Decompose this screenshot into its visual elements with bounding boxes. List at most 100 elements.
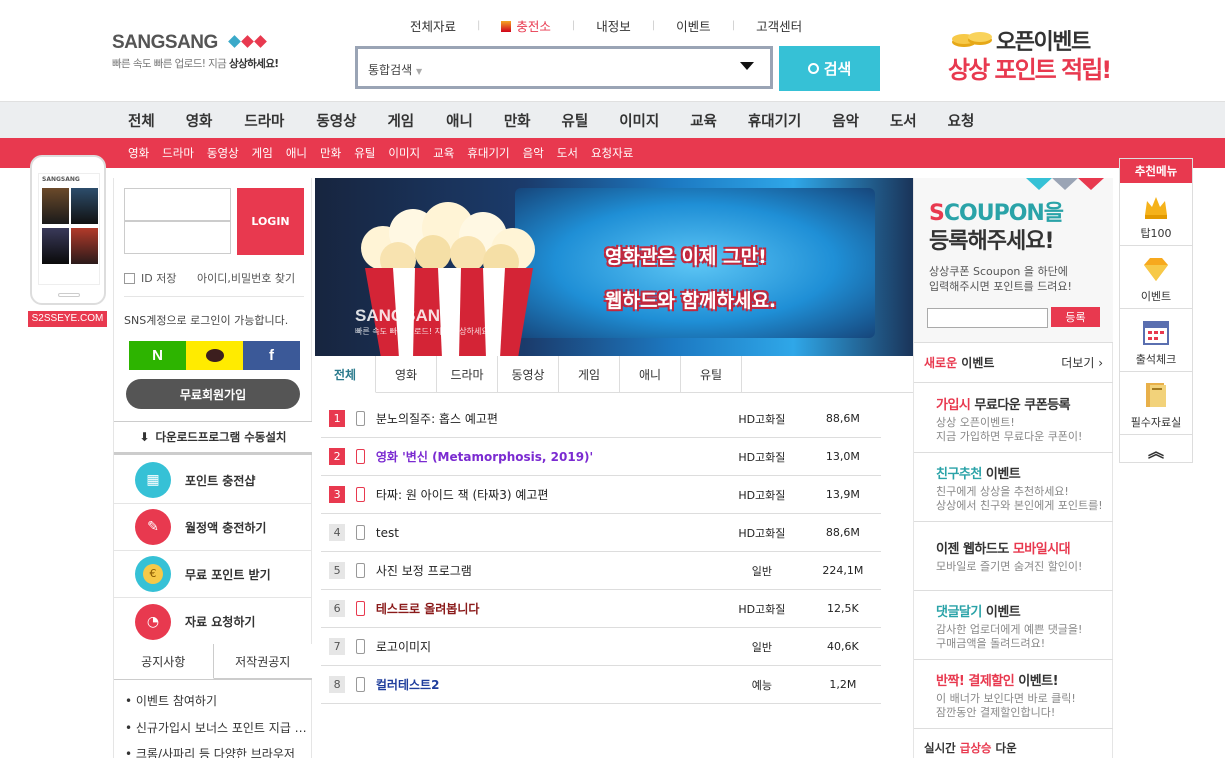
recommend-top100[interactable]: 탑100	[1120, 183, 1192, 246]
subnav-item[interactable]: 도서	[557, 145, 578, 161]
category-tab[interactable]: 전체	[315, 356, 376, 393]
subnav-item[interactable]: 동영상	[207, 145, 239, 161]
gnb-item[interactable]: 도서	[890, 110, 917, 131]
mobile-icon	[356, 411, 365, 426]
gnb-item[interactable]: 유틸	[562, 110, 589, 131]
gnb-item[interactable]: 이미지	[619, 110, 659, 131]
util-support[interactable]: 고객센터	[756, 16, 802, 35]
gnb-item[interactable]: 동영상	[316, 110, 356, 131]
subnav-item[interactable]: 영화	[128, 145, 149, 161]
mobile-app-promo[interactable]: SANGSANG	[30, 155, 106, 305]
category-tab[interactable]: 드라마	[437, 356, 498, 393]
book-icon	[1146, 383, 1166, 407]
tab-notice[interactable]: 공지사항	[114, 644, 214, 679]
util-myinfo[interactable]: 내정보	[596, 16, 631, 35]
naver-login-button[interactable]: N	[129, 341, 186, 370]
search-button[interactable]: 검색	[779, 46, 880, 91]
file-row[interactable]: 8 컬러테스트2 예능 1,2M	[321, 666, 881, 704]
facebook-login-button[interactable]: f	[243, 341, 300, 370]
join-button[interactable]: 무료회원가입	[126, 379, 300, 409]
event-item[interactable]: 가입시 무료다운 쿠폰등록 상상 오픈이벤트! 지금 가입하면 무료다운 쿠폰이!	[914, 384, 1113, 453]
util-event[interactable]: 이벤트	[676, 16, 711, 35]
gnb-item[interactable]: 애니	[446, 110, 473, 131]
category-tab[interactable]: 영화	[376, 356, 437, 393]
login-button[interactable]: LOGIN	[237, 188, 304, 255]
file-title[interactable]: 테스트로 올려봅니다	[376, 600, 719, 617]
subnav-item[interactable]: 애니	[286, 145, 307, 161]
tab-copyright[interactable]: 저작권공지	[213, 644, 312, 679]
util-all[interactable]: 전체자료	[410, 16, 456, 35]
notice-item[interactable]: • 이벤트 참여하기	[125, 692, 311, 709]
category-tabs: 전체 영화 드라마 동영상 게임 애니 유틸	[315, 356, 913, 393]
search-box[interactable]: 통합검색 ▼	[355, 46, 773, 89]
event-item[interactable]: 친구추천 이벤트 친구에게 상상을 추천하세요! 상상에서 친구와 본인에게 포인트…	[914, 453, 1113, 522]
gnb-item[interactable]: 요청	[948, 110, 975, 131]
events-more-link[interactable]: 더보기 ›	[1061, 354, 1103, 371]
subnav-item[interactable]: 유틸	[354, 145, 375, 161]
gnb-item[interactable]: 영화	[186, 110, 213, 131]
file-row[interactable]: 6 테스트로 올려봅니다 HD고화질 12,5K	[321, 590, 881, 628]
kakao-login-button[interactable]	[186, 341, 243, 370]
file-title[interactable]: 타짜: 원 아이드 잭 (타짜3) 예고편	[376, 486, 719, 503]
subnav-item[interactable]: 휴대기기	[467, 145, 509, 161]
file-title[interactable]: 영화 '변신 (Metamorphosis, 2019)'	[376, 448, 719, 465]
category-tab[interactable]: 애니	[620, 356, 681, 393]
notice-item[interactable]: • 크롬/사파리 등 다양한 브라우저	[125, 745, 311, 758]
gnb-item[interactable]: 게임	[387, 110, 414, 131]
notice-item[interactable]: • 신규가입시 보너스 포인트 지급 이벤트	[125, 719, 311, 736]
main-banner[interactable]: 영화관은 이제 그만! 웹하드와 함께하세요. SANGSANG 빠른 속도 빠…	[315, 178, 913, 356]
site-logo[interactable]: SANGSANG 빠른 속도 빠른 업로드! 지금 상상하세요!	[112, 32, 292, 77]
request-link[interactable]: ◔ 자료 요청하기	[114, 598, 312, 645]
subnav-item[interactable]: 음악	[523, 145, 544, 161]
download-program-button[interactable]: ⬇ 다운로드프로그램 수동설치	[114, 421, 312, 455]
event-item[interactable]: 이젠 웹하드도 모바일시대 모바일로 즐기면 숨겨진 할인이!	[914, 522, 1113, 591]
file-row[interactable]: 2 영화 '변신 (Metamorphosis, 2019)' HD고화질 13,0M	[321, 438, 881, 476]
file-title[interactable]: 컬러테스트2	[376, 676, 719, 693]
subnav-item[interactable]: 이미지	[388, 145, 420, 161]
id-input[interactable]	[124, 188, 231, 221]
point-shop-link[interactable]: ▦ 포인트 충전샵	[114, 457, 312, 504]
monthly-charge-link[interactable]: ✎ 월정액 충전하기	[114, 504, 312, 551]
recommend-event[interactable]: 이벤트	[1120, 246, 1192, 309]
coupon-input[interactable]	[927, 308, 1048, 328]
subnav-item[interactable]: 드라마	[162, 145, 194, 161]
subnav-item[interactable]: 요청자료	[591, 145, 633, 161]
recommend-essential[interactable]: 필수자료실	[1120, 372, 1192, 435]
event-item[interactable]: 반짝! 결제할인 이벤트! 이 배너가 보인다면 바로 클릭! 잠깐동안 결제할인합…	[914, 660, 1113, 729]
save-id-checkbox[interactable]: ID 저장	[124, 270, 176, 286]
subnav-item[interactable]: 교육	[433, 145, 454, 161]
password-input[interactable]	[124, 221, 231, 254]
subnav-item[interactable]: 게임	[252, 145, 273, 161]
gnb-item[interactable]: 휴대기기	[748, 110, 801, 131]
file-row[interactable]: 4 test HD고화질 88,6M	[321, 514, 881, 552]
file-title[interactable]: test	[376, 526, 719, 540]
file-title[interactable]: 사진 보정 프로그램	[376, 562, 719, 579]
file-title[interactable]: 분노의질주: 홉스 예고편	[376, 410, 719, 427]
file-title[interactable]: 로고이미지	[376, 638, 719, 655]
gnb-item[interactable]: 교육	[690, 110, 717, 131]
file-quality: HD고화질	[738, 526, 786, 540]
category-tab[interactable]: 게임	[559, 356, 620, 393]
free-point-link[interactable]: € 무료 포인트 받기	[114, 551, 312, 598]
recommend-attendance[interactable]: 출석체크	[1120, 309, 1192, 372]
subnav-item[interactable]: 만화	[320, 145, 341, 161]
banner-logo: SANGSANG 빠른 속도 빠른 업로드! 지금 상상하세요!	[355, 306, 492, 336]
scroll-top-button[interactable]: ︽	[1120, 435, 1192, 464]
gnb-item[interactable]: 만화	[504, 110, 531, 131]
search-dropdown-arrow-icon[interactable]	[740, 62, 754, 70]
gnb-item[interactable]: 드라마	[244, 110, 284, 131]
search-category-select[interactable]: 통합검색 ▼	[368, 61, 422, 78]
gnb-item[interactable]: 전체	[128, 110, 155, 131]
file-row[interactable]: 3 타짜: 원 아이드 잭 (타짜3) 예고편 HD고화질 13,9M	[321, 476, 881, 514]
event-item[interactable]: 댓글달기 이벤트 감사한 업로더에게 예쁜 댓글을! 구매금액을 돌려드려요!	[914, 591, 1113, 660]
category-tab[interactable]: 동영상	[498, 356, 559, 393]
util-charge[interactable]: 충전소	[501, 16, 551, 35]
file-row[interactable]: 1 분노의질주: 홉스 예고편 HD고화질 88,6M	[321, 400, 881, 438]
coupon-register-button[interactable]: 등록	[1051, 307, 1100, 327]
file-row[interactable]: 7 로고이미지 일반 40,6K	[321, 628, 881, 666]
gnb-item[interactable]: 음악	[832, 110, 859, 131]
open-event-banner[interactable]: 오픈이벤트 상상 포인트 적립!	[948, 24, 1118, 84]
category-tab[interactable]: 유틸	[681, 356, 742, 393]
file-row[interactable]: 5 사진 보정 프로그램 일반 224,1M	[321, 552, 881, 590]
find-id-link[interactable]: 아이디,비밀번호 찾기	[197, 270, 295, 286]
